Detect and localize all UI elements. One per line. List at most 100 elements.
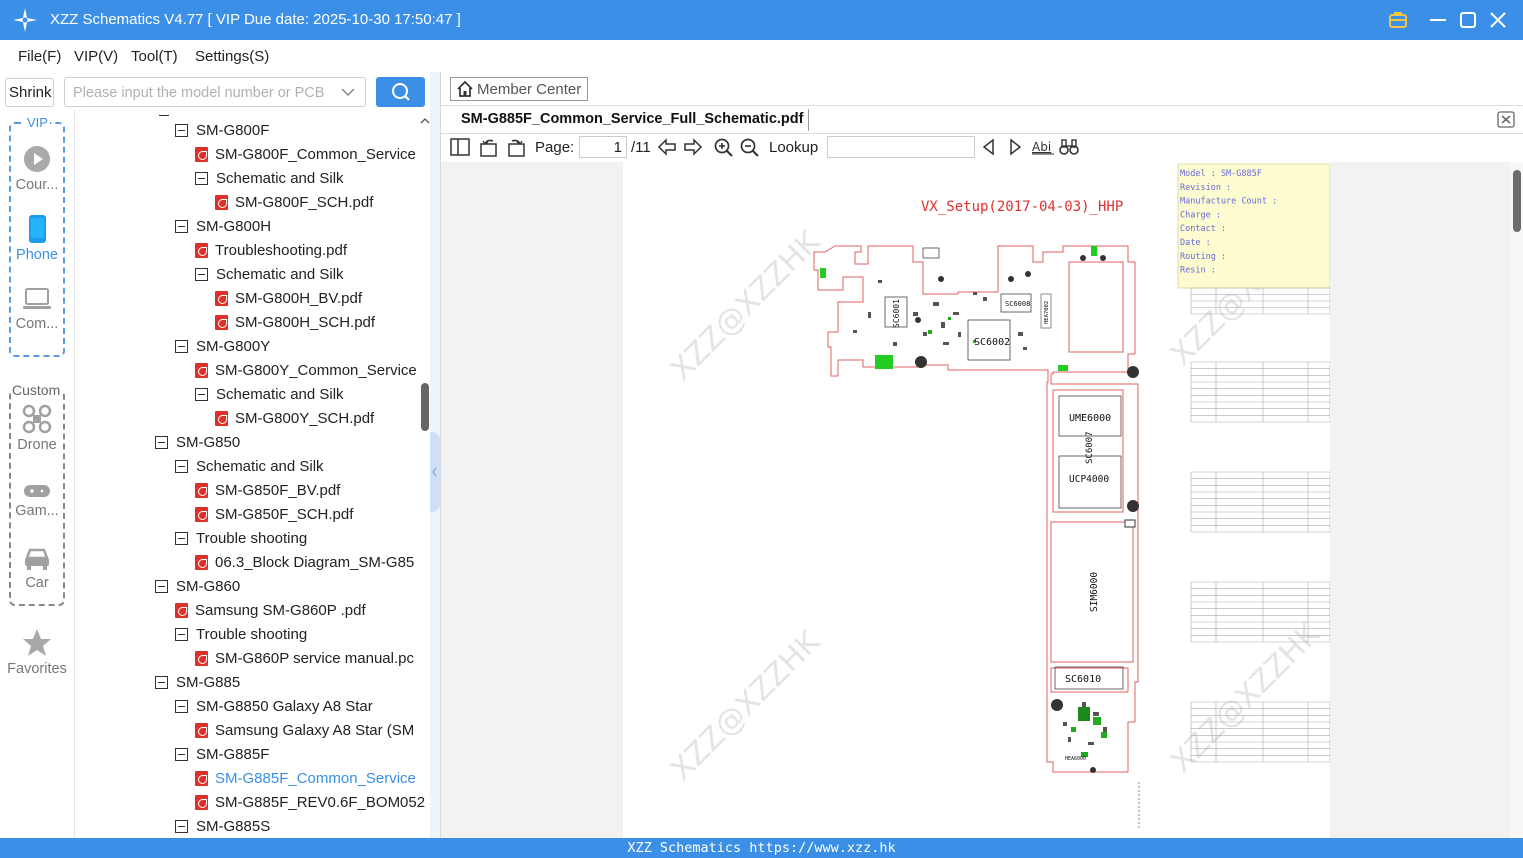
collapse-toggle-icon[interactable] [175, 339, 188, 353]
tree-item-file[interactable]: SM-G800H_BV.pdf [215, 287, 362, 309]
tree-item-folder[interactable]: Schematic and Silk [175, 455, 324, 477]
sidebar-toggle-icon[interactable] [450, 138, 470, 156]
tree-item-file[interactable]: SM-G800Y_Common_Service [195, 359, 417, 381]
sidebar-item-computer[interactable]: Com... [0, 285, 74, 332]
tree-item-label: 06.3_Block Diagram_SM-G85 [215, 553, 415, 571]
collapse-toggle-icon[interactable] [175, 123, 188, 137]
collapse-toggle-icon[interactable] [155, 579, 168, 593]
collapse-toggle-icon[interactable] [195, 387, 208, 401]
prev-page-arrow-icon[interactable] [657, 138, 677, 156]
status-bar: XZZ Schematics https://www.xzz.hk [0, 838, 1523, 858]
sidebar-item-courses[interactable]: Cour... [0, 144, 74, 193]
viewer-scrollbar[interactable] [1510, 162, 1523, 838]
rotate-left-icon[interactable] [479, 138, 499, 158]
tree-item-file[interactable]: SM-G800H_SCH.pdf [215, 311, 375, 333]
lookup-label: Lookup [769, 139, 819, 156]
tree-item-file[interactable]: 06.3_Block Diagram_SM-G85 [195, 551, 414, 573]
tree-item-file[interactable]: Troubleshooting.pdf [195, 239, 347, 261]
collapse-toggle-icon[interactable] [175, 747, 188, 761]
collapse-toggle-icon[interactable] [175, 819, 188, 833]
member-center-button[interactable]: Member Center [450, 77, 588, 101]
tree-item-folder[interactable]: SM-G885 [155, 671, 240, 693]
tree-scroll-thumb[interactable] [421, 383, 429, 431]
tree-item-folder[interactable]: Schematic and Silk [195, 383, 344, 405]
tree-item-folder[interactable]: SM-G8850 Galaxy A8 Star [175, 695, 373, 717]
document-viewer[interactable]: XZZ@XZZHK XZZ@XZZHK XZZ@XZZHK XZZ@XZZHK … [441, 162, 1523, 838]
tree-item-label: Schematic and Silk [196, 457, 324, 475]
tree-item-file[interactable]: SM-G885F_Common_Service [195, 767, 416, 789]
tree-item-folder[interactable]: SM-G885F [175, 743, 269, 765]
tree-item-file[interactable]: SM-G850F_SCH.pdf [195, 503, 353, 525]
menu-tool[interactable]: Tool(T) [131, 48, 178, 65]
menu-settings[interactable]: Settings(S) [195, 48, 269, 65]
tree-item-folder[interactable]: Trouble shooting [175, 527, 307, 549]
collapse-toggle-icon[interactable] [195, 267, 208, 281]
chevron-down-icon[interactable] [341, 86, 355, 98]
collapse-tab[interactable] [430, 432, 440, 512]
sidebar-item-label: Gam... [15, 503, 59, 519]
shrink-button[interactable]: Shrink [5, 78, 54, 107]
collapse-toggle-icon[interactable] [175, 219, 188, 233]
sidebar-item-phone[interactable]: Phone [0, 214, 74, 263]
tree-item-file[interactable]: SM-G850F_BV.pdf [195, 479, 340, 501]
tree-item-folder[interactable]: SM-G800F [175, 119, 269, 141]
collapse-toggle-icon[interactable] [195, 171, 208, 185]
find-prev-icon[interactable] [981, 138, 997, 156]
tree-item-folder[interactable]: Schematic and Silk [195, 167, 344, 189]
tree-item-folder[interactable]: Trouble shooting [175, 623, 307, 645]
menu-vip[interactable]: VIP(V) [74, 48, 118, 65]
viewer-toolbar: Page: 1 /11 Lookup Abi [441, 134, 1523, 162]
collapse-toggle-icon[interactable] [155, 675, 168, 689]
component-label: SIM6000 [1089, 572, 1100, 612]
next-page-arrow-icon[interactable] [683, 138, 703, 156]
sidebar-item-game[interactable]: Gam... [0, 482, 74, 519]
tree-item-folder[interactable]: SM-G885S [175, 815, 270, 837]
tree-item-file[interactable]: SM-G885F_REV0.6F_BOM052 [195, 791, 425, 813]
tree-item-folder[interactable]: SM-G800Y [175, 335, 270, 357]
tree-item-file[interactable]: Samsung Galaxy A8 Star (SM [195, 719, 414, 741]
tree-scrollbar[interactable] [420, 110, 430, 838]
tree-item-folder[interactable]: SM-G860 [155, 575, 240, 597]
vip-bag-icon[interactable] [1386, 8, 1410, 32]
collapse-toggle-icon[interactable] [155, 435, 168, 449]
pcb-layout-drawing: XZZ@XZZHK XZZ@XZZHK XZZ@XZZHK XZZ@XZZHK … [664, 163, 1330, 830]
tree-item-file[interactable]: SM-G800F_Common_Service [195, 143, 416, 165]
pane-splitter[interactable] [430, 72, 440, 838]
svg-text:Abi: Abi [1032, 140, 1051, 154]
tree-item-label: Trouble shooting [196, 625, 308, 643]
find-next-icon[interactable] [1007, 138, 1023, 156]
menu-file[interactable]: File(F) [18, 48, 61, 65]
search-button[interactable] [376, 77, 425, 107]
rotate-right-icon[interactable] [506, 138, 526, 158]
minimize-icon[interactable] [1426, 8, 1450, 32]
viewer-scroll-thumb[interactable] [1513, 170, 1521, 232]
search-input[interactable]: Please input the model number or PCB [64, 77, 366, 107]
collapse-toggle-icon[interactable] [175, 627, 188, 641]
close-tab-icon[interactable] [1497, 111, 1515, 128]
sidebar-item-drone[interactable]: Drone [0, 404, 74, 453]
find-binoculars-icon[interactable] [1059, 138, 1079, 156]
lookup-input[interactable] [827, 136, 975, 158]
tree-item-file[interactable]: SM-G800F_SCH.pdf [215, 191, 373, 213]
tree-item-file[interactable]: SM-G860P service manual.pc [195, 647, 414, 669]
pdf-page[interactable]: XZZ@XZZHK XZZ@XZZHK XZZ@XZZHK XZZ@XZZHK … [623, 162, 1330, 838]
page-number-input[interactable]: 1 [579, 136, 627, 158]
document-tab[interactable]: SM-G885F_Common_Service_Full_Schematic.p… [461, 111, 803, 127]
close-icon[interactable] [1486, 8, 1510, 32]
scroll-up-icon[interactable] [420, 116, 430, 126]
match-case-icon[interactable]: Abi [1032, 138, 1054, 156]
tree-item-label: SM-G885F [196, 745, 270, 763]
tree-item-folder[interactable]: Schematic and Silk [195, 263, 344, 285]
tree-item-folder[interactable]: SM-G800H [175, 215, 271, 237]
sidebar-item-car[interactable]: Car [0, 546, 74, 591]
collapse-toggle-icon[interactable] [175, 459, 188, 473]
zoom-out-icon[interactable] [740, 138, 760, 158]
collapse-toggle-icon[interactable] [175, 699, 188, 713]
zoom-in-icon[interactable] [714, 138, 734, 158]
tree-item-file[interactable]: SM-G800Y_SCH.pdf [215, 407, 374, 429]
collapse-toggle-icon[interactable] [175, 531, 188, 545]
maximize-icon[interactable] [1456, 8, 1480, 32]
tree-item-folder[interactable]: SM-G850 [155, 431, 240, 453]
sidebar-item-favorites[interactable]: Favorites [0, 628, 74, 677]
tree-item-file[interactable]: Samsung SM-G860P .pdf [175, 599, 366, 621]
